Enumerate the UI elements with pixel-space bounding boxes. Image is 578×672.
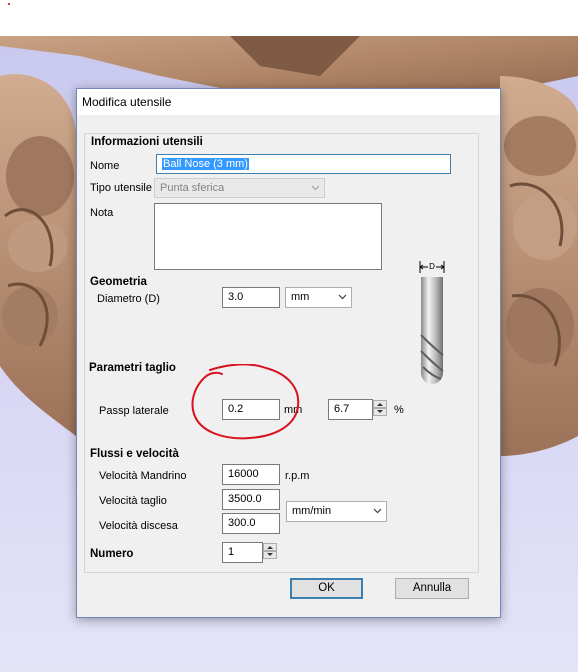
cancel-button[interactable]: Annulla (395, 578, 469, 599)
spin-up-button[interactable] (373, 400, 387, 408)
spindle-speed-unit: r.p.m (285, 470, 310, 482)
diameter-label: Diametro (D) (97, 293, 160, 305)
spin-down-button[interactable] (263, 551, 277, 559)
dialog-title: Modifica utensile (82, 95, 172, 109)
diameter-unit-select[interactable]: mm (285, 287, 352, 308)
diameter-field[interactable]: 3.0 (222, 287, 280, 308)
red-circle-annotation (191, 364, 300, 440)
arrow-down-icon (267, 553, 273, 556)
arrow-up-icon (377, 403, 383, 406)
plunge-rate-label: Velocità discesa (99, 520, 178, 532)
tool-info-heading: Informazioni utensili (91, 136, 203, 148)
name-field-value: Ball Nose (3 mm) (162, 158, 249, 170)
stepover-percent-field[interactable]: 6.7 (328, 399, 373, 420)
plunge-rate-field[interactable]: 300.0 (222, 513, 280, 534)
spindle-speed-value: 16000 (228, 468, 259, 480)
tool-type-value: Punta sferica (160, 182, 225, 194)
name-label: Nome (90, 160, 120, 172)
stepover-label: Passp laterale (99, 405, 169, 417)
top-white-strip (0, 0, 578, 36)
chevron-down-icon (373, 508, 382, 514)
feeds-speeds-heading: Flussi e velocità (90, 448, 179, 460)
geometry-heading: Geometria (90, 276, 147, 288)
tool-number-label: Numero (90, 548, 134, 560)
note-label: Nota (90, 207, 114, 219)
marker-dot (8, 3, 10, 5)
spin-down-button[interactable] (373, 408, 387, 416)
edit-tool-dialog: Modifica utensile Informazioni utensili … (76, 88, 501, 618)
ok-button[interactable]: OK (290, 578, 363, 599)
note-textarea[interactable] (154, 203, 382, 270)
chevron-down-icon (311, 185, 320, 191)
diameter-marker-label: D (429, 262, 435, 271)
dialog-titlebar[interactable]: Modifica utensile (77, 89, 500, 115)
tool-number-value: 1 (228, 546, 235, 558)
feed-rate-field[interactable]: 3500.0 (222, 489, 280, 510)
ball-nose-tool-diagram: D (419, 261, 445, 384)
rate-unit-value: mm/min (292, 505, 332, 517)
name-field[interactable]: Ball Nose (3 mm) (156, 154, 451, 174)
chevron-down-icon (338, 294, 347, 300)
arrow-up-icon (267, 546, 273, 549)
feed-rate-value: 3500.0 (228, 493, 262, 505)
percent-sign: % (394, 404, 404, 416)
tool-type-select[interactable]: Punta sferica (154, 178, 325, 198)
plunge-rate-value: 300.0 (228, 517, 256, 529)
stepover-percent-spinner[interactable] (373, 400, 387, 416)
diameter-unit-value: mm (291, 291, 310, 303)
tool-number-spinner[interactable] (263, 543, 277, 559)
feed-rate-label: Velocità taglio (99, 495, 167, 507)
spindle-speed-field[interactable]: 16000 (222, 464, 280, 485)
cutting-params-heading: Parametri taglio (89, 362, 176, 374)
tool-number-field[interactable]: 1 (222, 542, 263, 563)
arrow-down-icon (377, 410, 383, 413)
spin-up-button[interactable] (263, 543, 277, 551)
tool-type-label: Tipo utensile (90, 182, 152, 194)
diameter-value: 3.0 (228, 291, 244, 303)
rate-unit-select[interactable]: mm/min (286, 501, 387, 522)
spindle-speed-label: Velocità Mandrino (99, 470, 187, 482)
stepover-percent-value: 6.7 (334, 403, 350, 415)
